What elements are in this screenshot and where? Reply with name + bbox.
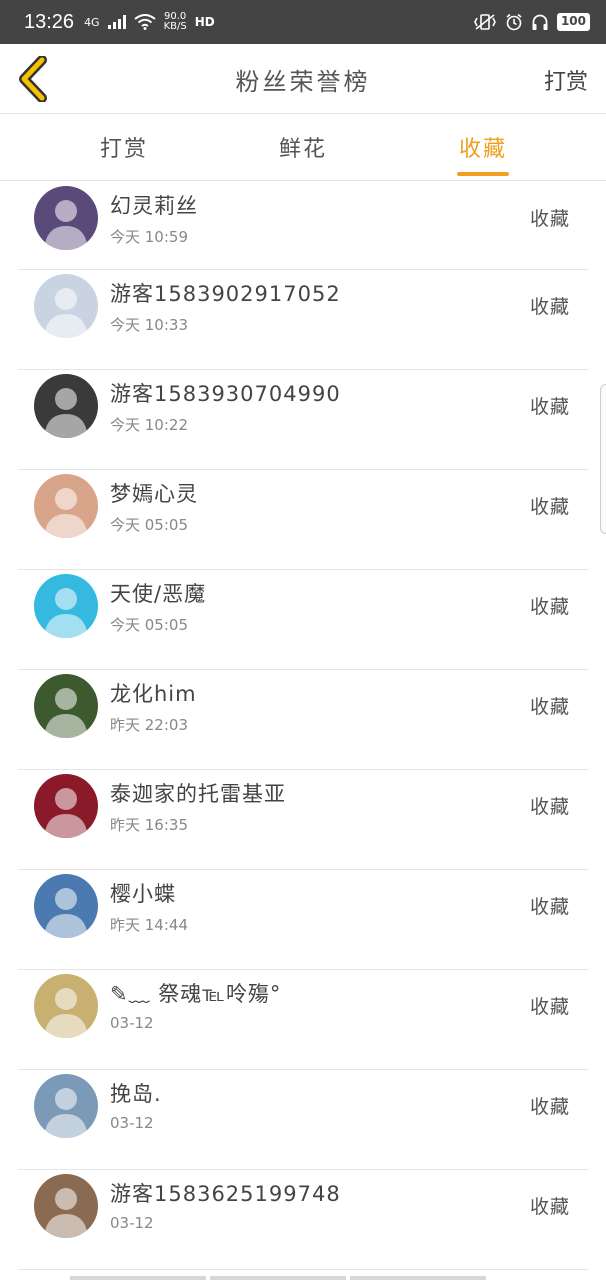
list-item[interactable]: 泰迦家的托雷基亚 昨天 16:35 收藏: [18, 770, 588, 870]
user-name: 游客1583625199748: [110, 1182, 341, 1206]
vibrate-icon: [474, 14, 496, 30]
side-scroll-handle[interactable]: [600, 384, 606, 534]
action-label: 收藏: [529, 208, 570, 230]
timestamp: 今天 10:59: [110, 228, 188, 246]
list-item[interactable]: 梦嫣心灵 今天 05:05 收藏: [18, 470, 588, 570]
list-item[interactable]: 樱小蝶 昨天 14:44 收藏: [18, 870, 588, 970]
net-speed-unit: KB/S: [163, 21, 187, 32]
user-name: 泰迦家的托雷基亚: [110, 782, 286, 806]
reward-button[interactable]: 打赏: [544, 64, 588, 96]
timestamp: 03-12: [110, 1114, 154, 1132]
bottom-bar-segment: [70, 1276, 206, 1280]
alarm-icon: [506, 13, 522, 31]
user-name: 天使/恶魔: [110, 582, 207, 606]
list-item[interactable]: 游客1583902917052 今天 10:33 收藏: [18, 270, 588, 370]
action-label: 收藏: [529, 796, 570, 818]
timestamp: 今天 10:33: [110, 316, 188, 334]
net-speed: 90.0 KB/S: [164, 12, 187, 32]
signal-icon: [107, 15, 126, 29]
tab-reward[interactable]: 打赏: [79, 131, 169, 163]
action-label: 收藏: [529, 1096, 570, 1118]
user-name: 梦嫣心灵: [110, 482, 198, 506]
timestamp: 昨天 16:35: [110, 816, 188, 834]
bottom-nav-indicator: [70, 1276, 486, 1280]
timestamp: 03-12: [110, 1214, 154, 1232]
tab-flowers[interactable]: 鲜花: [258, 131, 348, 163]
avatar: [34, 574, 98, 638]
avatar: [34, 374, 98, 438]
timestamp: 今天 05:05: [110, 616, 188, 634]
avatar: [34, 274, 98, 338]
user-name: 樱小蝶: [110, 882, 176, 906]
user-name: 龙化him: [110, 682, 197, 706]
app-header: 粉丝荣誉榜 打赏: [0, 44, 606, 114]
user-name: ✎﹏ 祭魂℡呤殤°: [110, 982, 282, 1006]
hd-label: HD: [194, 15, 215, 29]
user-name: 挽岛.: [110, 1082, 162, 1106]
action-label: 收藏: [529, 696, 570, 718]
headphones-icon: [532, 14, 548, 30]
list-item[interactable]: 龙化him 昨天 22:03 收藏: [18, 670, 588, 770]
action-label: 收藏: [529, 896, 570, 918]
user-name: 游客1583930704990: [110, 382, 341, 406]
timestamp: 昨天 22:03: [110, 716, 188, 734]
timestamp: 今天 10:22: [110, 416, 188, 434]
wifi-icon: [133, 14, 156, 30]
timestamp: 03-12: [110, 1014, 154, 1032]
list-item[interactable]: 挽岛. 03-12 收藏: [18, 1070, 588, 1170]
avatar: [34, 674, 98, 738]
action-label: 收藏: [529, 496, 570, 518]
battery-icon: 100: [556, 13, 590, 31]
bottom-bar-segment: [350, 1276, 486, 1280]
timestamp: 昨天 14:44: [110, 916, 188, 934]
tab-favorites[interactable]: 收藏: [438, 131, 528, 163]
user-name: 幻灵莉丝: [110, 194, 198, 218]
user-name: 游客1583902917052: [110, 282, 341, 306]
list-item[interactable]: 游客1583930704990 今天 10:22 收藏: [18, 370, 588, 470]
action-label: 收藏: [529, 296, 570, 318]
tab-bar: 打赏 鲜花 收藏: [0, 115, 606, 181]
avatar: [34, 774, 98, 838]
status-right-icons: 100: [473, 13, 590, 31]
fan-list: 幻灵莉丝 今天 10:59 收藏 游客1583902917052 今天 10:3…: [0, 182, 606, 1270]
page-title: 粉丝荣誉榜: [235, 68, 371, 96]
action-label: 收藏: [529, 996, 570, 1018]
list-item[interactable]: ✎﹏ 祭魂℡呤殤° 03-12 收藏: [18, 970, 588, 1070]
avatar: [34, 1174, 98, 1238]
list-item[interactable]: 游客1583625199748 03-12 收藏: [18, 1170, 588, 1270]
list-item[interactable]: 幻灵莉丝 今天 10:59 收藏: [18, 182, 588, 270]
network-label: 4G: [84, 15, 100, 29]
list-item[interactable]: 天使/恶魔 今天 05:05 收藏: [18, 570, 588, 670]
avatar: [34, 474, 98, 538]
status-time: 13:26: [24, 10, 75, 33]
action-label: 收藏: [529, 596, 570, 618]
bottom-bar-segment: [210, 1276, 346, 1280]
avatar: [34, 874, 98, 938]
timestamp: 今天 05:05: [110, 516, 188, 534]
status-left-icons: 4G 90.0 KB/S HD: [84, 12, 215, 32]
status-bar: 13:26 4G 90.0 KB/S HD 100: [0, 0, 606, 44]
action-label: 收藏: [529, 396, 570, 418]
avatar: [34, 186, 98, 250]
action-label: 收藏: [529, 1196, 570, 1218]
active-tab-indicator: [457, 172, 509, 176]
avatar: [34, 1074, 98, 1138]
avatar: [34, 974, 98, 1038]
